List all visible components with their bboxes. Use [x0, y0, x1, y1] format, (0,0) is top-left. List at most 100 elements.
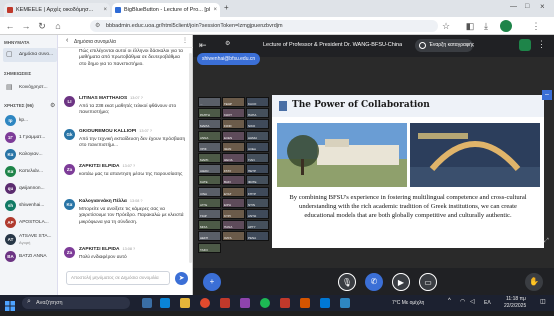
windows-start-icon[interactable] [5, 298, 15, 311]
webcam-tile[interactable]: ΝΙΚΟ [246, 119, 269, 130]
reload-icon[interactable]: ↻ [36, 20, 48, 32]
webcam-tile[interactable]: ΡΕΝΑ [246, 231, 269, 242]
webcam-tile[interactable]: ΘΕΟΔ [222, 153, 245, 163]
webcam-tile[interactable]: ΠΕΤΡ [246, 164, 269, 175]
new-tab-icon[interactable]: + [224, 3, 229, 12]
webcam-tile[interactable]: ΑΓΓΕ [198, 197, 221, 208]
user-list-item[interactable]: Ip kp... [3, 114, 57, 128]
app-icon-red-2[interactable] [280, 298, 290, 308]
user-list-item[interactable]: Κα Καλογιαν... [3, 148, 57, 162]
close-tab-icon[interactable]: × [103, 3, 107, 17]
minimize-icon[interactable]: — [510, 3, 517, 10]
webcam-tile[interactable]: ΕΥΑΓ [222, 186, 245, 197]
clock-time[interactable]: 11:18 πμ [506, 296, 526, 302]
weather-text[interactable]: 7°C Με ομίχλη [392, 300, 424, 306]
actions-button[interactable]: + [203, 273, 221, 291]
user-list-item[interactable]: sh shiwenhai... [3, 199, 57, 213]
user-list-item[interactable]: qu qwijannon... [3, 182, 57, 196]
profile-avatar[interactable] [500, 20, 512, 32]
extensions-icon[interactable]: ◧ [464, 20, 476, 32]
webcam-tile[interactable]: ΕΙΡΗ [222, 197, 245, 208]
bookmark-star-icon[interactable]: ☆ [440, 20, 452, 32]
sidebar-item-shared-notes[interactable]: ▤ Κοινόχρηστ... [3, 81, 57, 95]
app-icon-blue[interactable] [340, 298, 350, 308]
webcam-tile[interactable]: ΣΤΑΥ [222, 164, 245, 175]
file-explorer-icon[interactable] [180, 298, 190, 308]
webcam-tile[interactable]: ΚΑΤΕ [198, 175, 221, 186]
share-screen-button[interactable]: ▭ [419, 273, 437, 291]
maximize-icon[interactable]: □ [525, 3, 529, 10]
webcam-tile[interactable]: ΜΑΡΚ [198, 153, 221, 163]
fullscreen-icon[interactable]: ⤢ [544, 238, 549, 245]
close-window-icon[interactable]: × [540, 2, 545, 11]
webcam-tile[interactable]: ΤΑΣΟ [198, 242, 221, 253]
user-list-item[interactable]: AP APOSTOLA... [3, 216, 57, 230]
chat-options-icon[interactable]: ⋮ [182, 37, 188, 44]
webcam-tile[interactable]: ΓΙΩΡ [198, 209, 221, 219]
store-icon[interactable] [320, 298, 330, 308]
taskbar-search[interactable]: ⌕ Αναζήτηση [22, 297, 130, 309]
downloads-icon[interactable]: ⤓ [480, 20, 492, 32]
record-button[interactable]: Έναρξη καταγραφής [415, 39, 474, 52]
webcam-tile[interactable]: ΓΙΑΝ [246, 153, 269, 163]
webcam-tile[interactable]: ΑΡΓΥ [246, 220, 269, 231]
webcam-tile[interactable]: ΣΠΥΡ [246, 186, 269, 197]
app-icon-purple[interactable] [240, 298, 250, 308]
webcam-tile[interactable]: ΒΑΣΙ [222, 175, 245, 186]
volume-icon[interactable]: ◁ [470, 298, 475, 305]
webcam-tile[interactable]: ΣΟΦΙ [222, 119, 245, 130]
webcam-tile[interactable]: ... [198, 97, 221, 107]
raise-hand-button[interactable]: ✋ [525, 273, 543, 291]
app-icon-red[interactable] [220, 298, 230, 308]
options-menu-icon[interactable]: ⋮ [537, 39, 546, 50]
edge-icon[interactable] [160, 298, 170, 308]
audio-button[interactable]: ✆ [365, 273, 383, 291]
webcam-tile[interactable]: ΛΙΝΑ [198, 186, 221, 197]
webcam-tile[interactable]: ΠΑΠΑ [246, 108, 269, 119]
spotify-icon[interactable] [260, 298, 270, 308]
webcam-tile[interactable]: ΑΛΕΞ [246, 141, 269, 152]
send-button[interactable]: ➤ [175, 272, 188, 285]
webcam-tile[interactable]: ΜΑΡΙΑ [198, 119, 221, 130]
chrome-icon[interactable] [200, 298, 210, 308]
hide-panel-icon[interactable]: ⇤ [199, 40, 207, 51]
tab-kemeele[interactable]: KEMEELE | Αρχές οικοδόμησ... × [4, 3, 110, 17]
webcam-tile[interactable]: ΕΛΕΝ [222, 130, 245, 141]
tab-bigbluebutton[interactable]: BigBlueButton - Lecture of Pro... [playb… [112, 3, 220, 17]
webcam-tile[interactable]: ΔΗΜΗ [246, 130, 269, 141]
sidebar-item-public-chat[interactable]: ▢ Δημόσια συνο... [3, 48, 57, 62]
tray-chevron-icon[interactable]: ^ [448, 298, 451, 304]
chat-scrollbar[interactable] [189, 53, 192, 263]
chat-message-input[interactable]: Αποστολή μηνύματος σε Δημόσια συνομιλία [66, 271, 170, 285]
user-list-item[interactable]: Κα Καπελιάν... [3, 165, 57, 179]
url-field[interactable]: ⚙ bbbadmin.educ.uoa.gr/html5client/join?… [90, 20, 438, 32]
webcam-tile[interactable]: ΚΥΡΙ [222, 209, 245, 219]
webcam-tile[interactable]: ΔΕΣΠ [198, 231, 221, 242]
connection-status-icon[interactable] [519, 39, 531, 51]
webcam-tile[interactable]: ΠΑΝΑ [222, 220, 245, 231]
minimize-presentation-icon[interactable]: – [542, 90, 552, 100]
webcam-tile[interactable]: ΓΕΩΡ [222, 97, 245, 107]
users-settings-icon[interactable]: ⚙ [50, 102, 55, 109]
webcam-tile[interactable]: ΡΑΠΤΗ [198, 108, 221, 119]
camera-button[interactable]: ▶ [392, 273, 410, 291]
webcam-tile[interactable]: ΝΤΙΝ [246, 197, 269, 208]
app-icon-orange[interactable] [300, 298, 310, 308]
user-list-item[interactable]: 1Γ 1 Γραμματ... [3, 131, 57, 145]
webcam-tile[interactable]: ΑΝΤΩ [246, 209, 269, 219]
webcam-tile[interactable]: ΜΙΧΑ [198, 220, 221, 231]
home-icon[interactable]: ⌂ [52, 20, 64, 32]
notifications-icon[interactable]: ◫ [540, 298, 546, 305]
clock-date[interactable]: 22/2/2025 [504, 303, 526, 309]
webcam-tile[interactable]: ΚΩΣΤ [222, 108, 245, 119]
close-tab-icon[interactable]: × [213, 3, 217, 17]
webcam-tile[interactable]: ΟΛΓΑ [222, 231, 245, 242]
webcam-tile[interactable]: ΧΡΙΣ [198, 141, 221, 152]
settings-icon[interactable]: ⚙ [225, 40, 230, 47]
forward-icon[interactable]: → [20, 20, 32, 32]
webcam-tile[interactable]: ΦΩΤΕ [246, 175, 269, 186]
user-list-item[interactable]: BA BATZI ANNA [3, 250, 57, 264]
webcam-tile[interactable]: ΙΩΑΝ [222, 141, 245, 152]
wifi-icon[interactable]: ◠ [460, 298, 465, 305]
webcam-tile[interactable]: ΚΑΛΟ [246, 97, 269, 107]
